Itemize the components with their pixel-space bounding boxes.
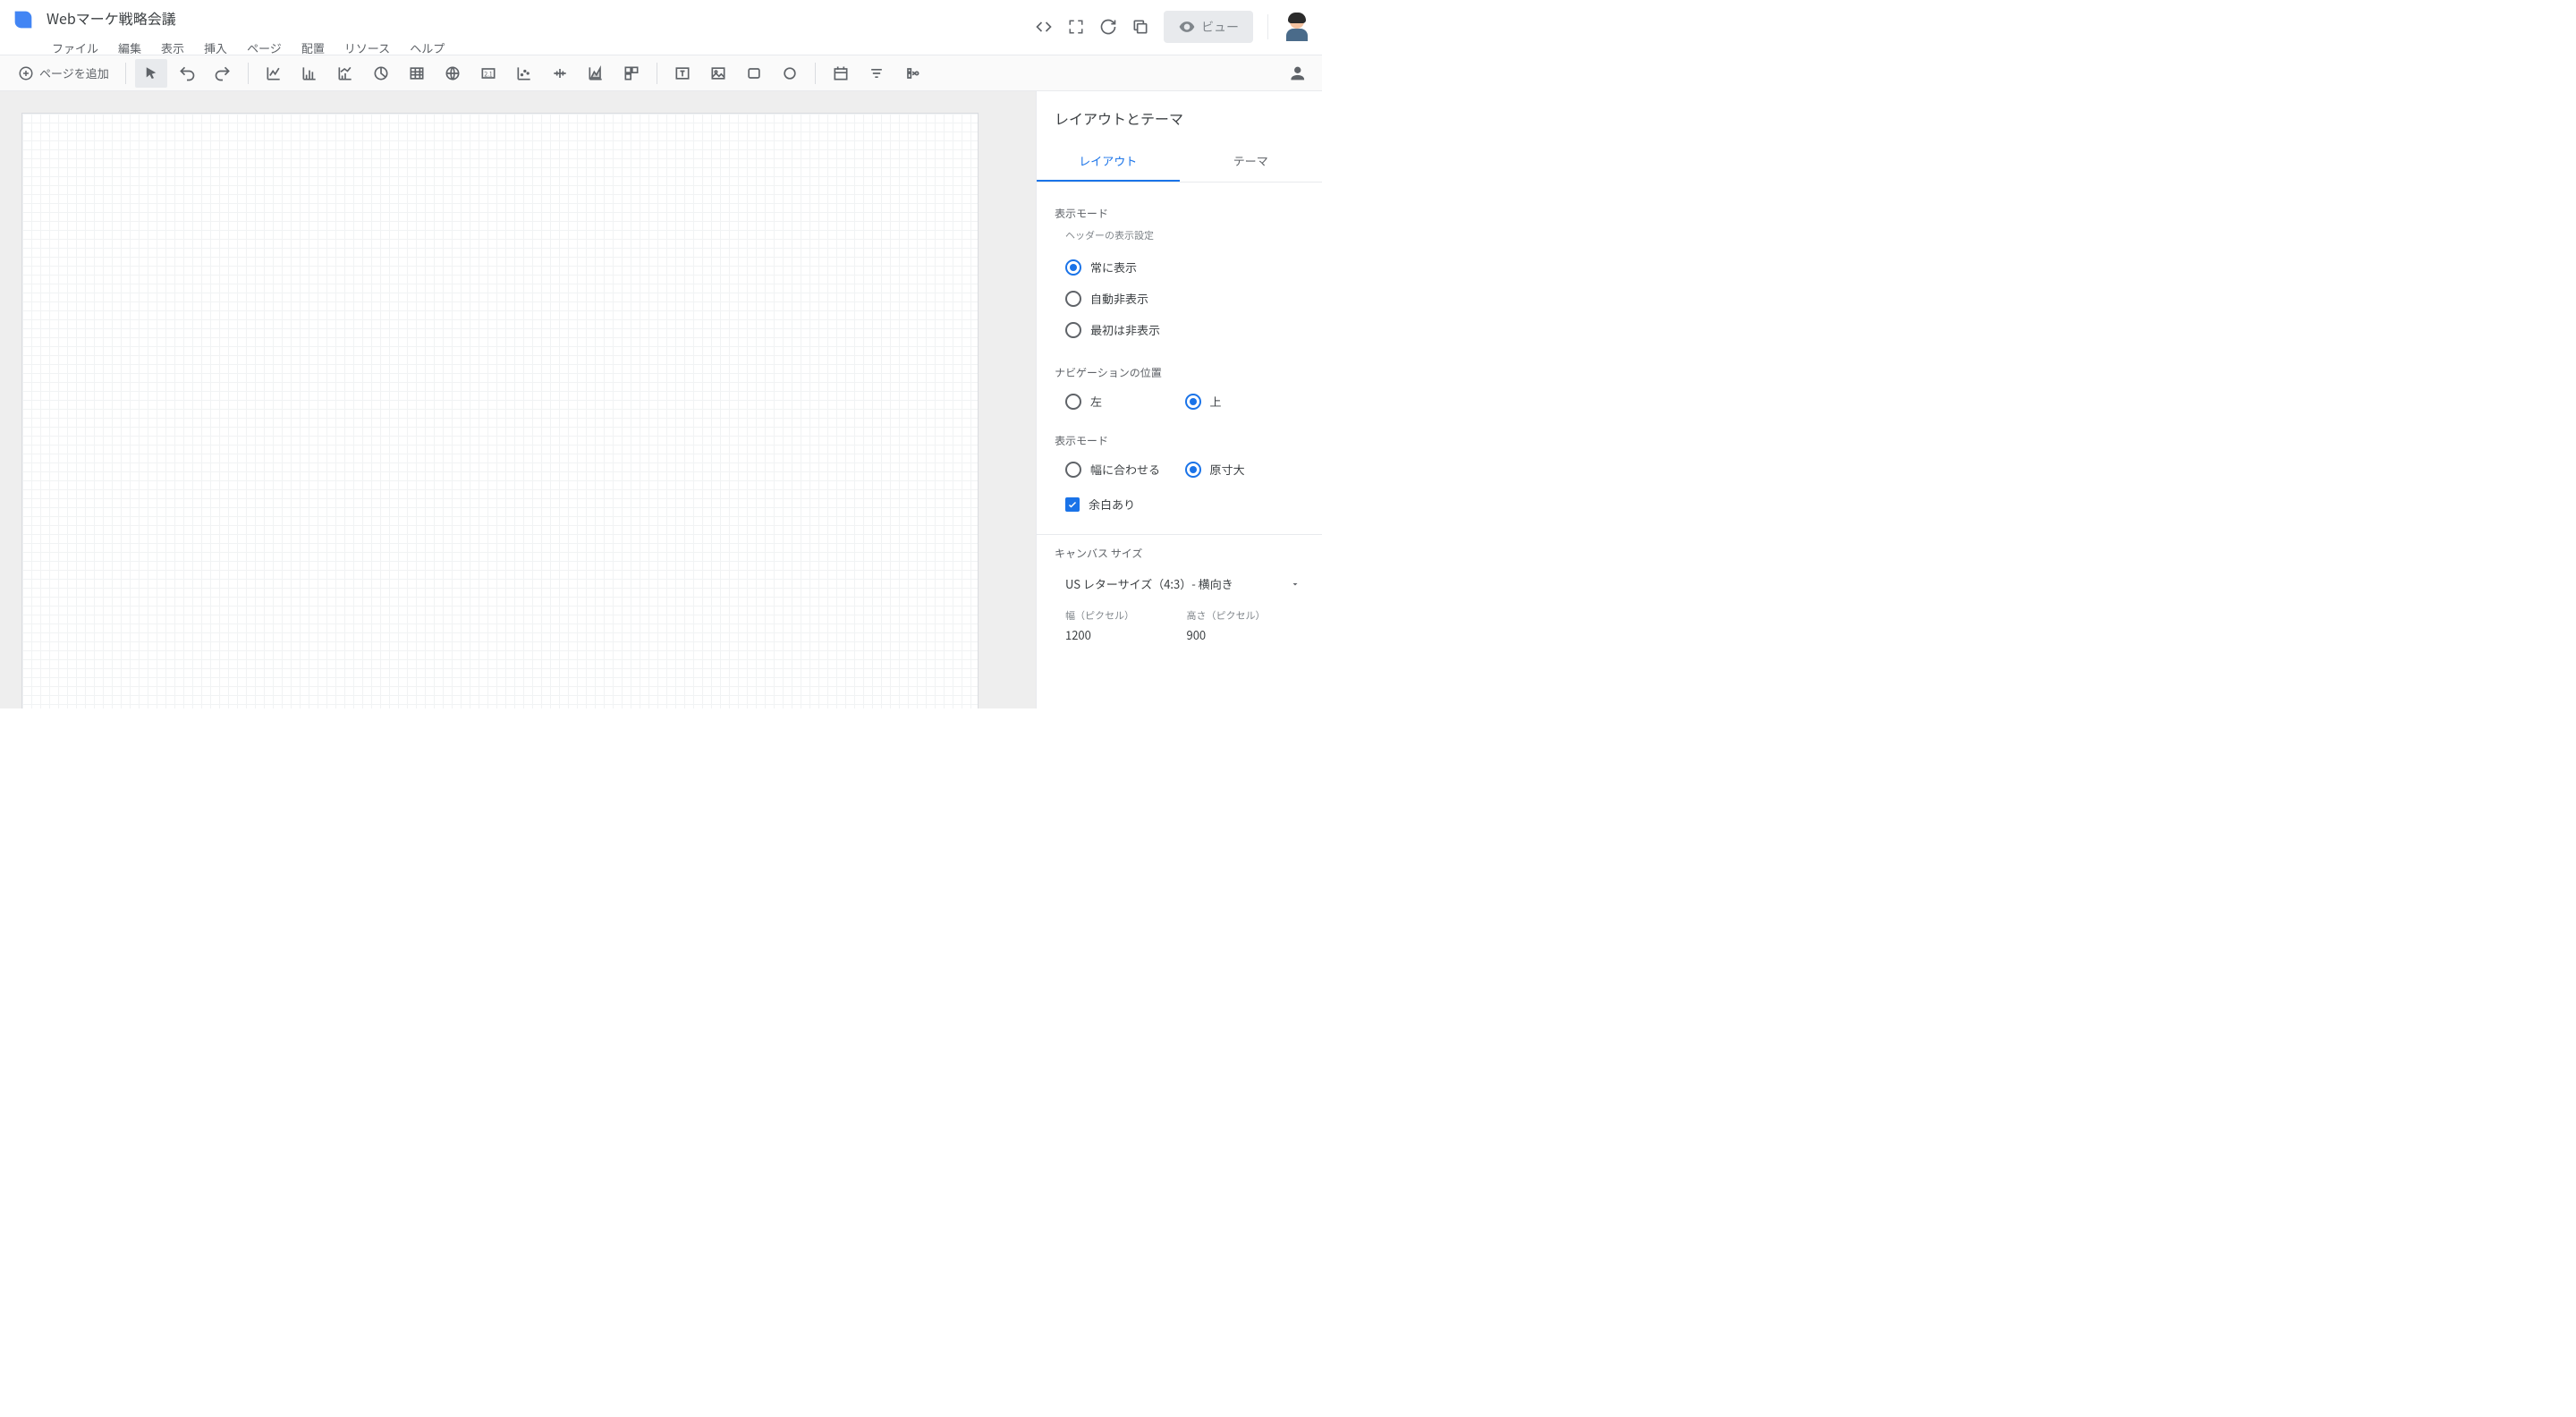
line-chart-icon[interactable] (258, 59, 290, 88)
chevron-down-icon (1290, 579, 1301, 590)
text-box-icon[interactable] (666, 59, 699, 88)
radio-icon (1065, 394, 1081, 410)
header-divider (1267, 14, 1268, 39)
embed-code-icon[interactable] (1035, 18, 1053, 36)
data-control-icon[interactable] (896, 59, 928, 88)
nav-position-label: ナビゲーションの位置 (1055, 365, 1304, 380)
radio-nav-left[interactable]: 左 (1065, 386, 1185, 417)
image-icon[interactable] (702, 59, 734, 88)
date-range-icon[interactable] (825, 59, 857, 88)
display-mode-label: 表示モード (1055, 206, 1304, 221)
add-page-button[interactable]: ページを追加 (11, 64, 116, 81)
panel-title: レイアウトとテーマ (1037, 91, 1322, 141)
radio-icon (1065, 322, 1081, 338)
canvas-area[interactable] (0, 91, 1036, 708)
side-panel: レイアウトとテーマ レイアウト テーマ 表示モード ヘッダーの表示設定 常に表示… (1036, 91, 1322, 708)
menu-help[interactable]: ヘルプ (401, 36, 453, 60)
toolbar-separator (248, 63, 249, 84)
checkbox-label: 余白あり (1089, 496, 1135, 513)
display-mode2-label: 表示モード (1055, 433, 1304, 448)
menu-file[interactable]: ファイル (43, 36, 107, 60)
checkbox-icon (1065, 497, 1080, 512)
width-value[interactable]: 1200 (1065, 626, 1173, 643)
radio-icon (1065, 291, 1081, 307)
app-logo-icon (11, 7, 36, 32)
area-chart-icon[interactable] (580, 59, 612, 88)
panel-divider (1037, 534, 1322, 535)
height-value[interactable]: 900 (1187, 626, 1294, 643)
radio-label: 左 (1090, 393, 1102, 410)
scorecard-icon[interactable]: 2.1 (472, 59, 504, 88)
checkbox-has-margin[interactable]: 余白あり (1055, 485, 1304, 523)
toolbar: ページを追加 2.1 (0, 55, 1322, 91)
view-button[interactable]: ビュー (1164, 11, 1253, 43)
svg-text:2.1: 2.1 (484, 69, 493, 78)
header-display-label: ヘッダーの表示設定 (1065, 228, 1304, 242)
radio-icon (1185, 394, 1201, 410)
pie-chart-icon[interactable] (365, 59, 397, 88)
radio-label: 上 (1210, 393, 1222, 410)
redo-icon[interactable] (207, 59, 239, 88)
combo-chart-icon[interactable] (329, 59, 361, 88)
canvas-size-select[interactable]: US レターサイズ（4:3）- 横向き (1055, 566, 1304, 601)
radio-initially-hidden[interactable]: 最初は非表示 (1065, 314, 1304, 345)
table-chart-icon[interactable] (401, 59, 433, 88)
menubar: ファイル 編集 表示 挿入 ページ 配置 リソース ヘルプ (43, 36, 453, 60)
add-page-label: ページを追加 (39, 64, 109, 81)
panel-tabs: レイアウト テーマ (1037, 141, 1322, 182)
radio-label: 自動非表示 (1090, 290, 1148, 307)
main-area: レイアウトとテーマ レイアウト テーマ 表示モード ヘッダーの表示設定 常に表示… (0, 91, 1322, 708)
select-value: US レターサイズ（4:3）- 横向き (1065, 575, 1233, 592)
menu-view[interactable]: 表示 (152, 36, 193, 60)
bar-chart-icon[interactable] (293, 59, 326, 88)
user-avatar[interactable] (1283, 13, 1311, 41)
add-people-icon[interactable] (1279, 59, 1311, 88)
menu-insert[interactable]: 挿入 (195, 36, 236, 60)
radio-icon (1185, 462, 1201, 478)
toolbar-separator (815, 63, 816, 84)
menu-edit[interactable]: 編集 (109, 36, 150, 60)
geo-chart-icon[interactable] (436, 59, 469, 88)
canvas-size-label: キャンバス サイズ (1055, 546, 1304, 561)
fullscreen-icon[interactable] (1067, 18, 1085, 36)
app-header: Webマーケ戦略会議 ファイル 編集 表示 挿入 ページ 配置 リソース ヘルプ… (0, 0, 1322, 55)
radio-label: 最初は非表示 (1090, 321, 1160, 338)
radio-always-show[interactable]: 常に表示 (1065, 251, 1304, 283)
tab-theme[interactable]: テーマ (1180, 141, 1323, 182)
copy-icon[interactable] (1131, 18, 1149, 36)
view-button-label: ビュー (1201, 18, 1239, 36)
circle-icon[interactable] (774, 59, 806, 88)
rectangle-icon[interactable] (738, 59, 770, 88)
menu-resource[interactable]: リソース (335, 36, 399, 60)
document-title[interactable]: Webマーケ戦略会議 (43, 5, 453, 30)
radio-actual-size[interactable]: 原寸大 (1185, 454, 1305, 485)
refresh-icon[interactable] (1099, 18, 1117, 36)
radio-label: 原寸大 (1210, 461, 1245, 478)
radio-label: 幅に合わせる (1090, 461, 1160, 478)
menu-page[interactable]: ページ (238, 36, 291, 60)
width-label: 幅（ピクセル） (1065, 608, 1173, 623)
pivot-table-icon[interactable] (615, 59, 648, 88)
radio-icon (1065, 462, 1081, 478)
bullet-chart-icon[interactable] (544, 59, 576, 88)
tab-layout[interactable]: レイアウト (1037, 141, 1180, 182)
menu-arrange[interactable]: 配置 (292, 36, 334, 60)
radio-icon (1065, 259, 1081, 276)
select-tool-icon[interactable] (135, 59, 167, 88)
report-canvas[interactable] (21, 113, 979, 708)
scatter-chart-icon[interactable] (508, 59, 540, 88)
height-label: 高さ（ピクセル） (1187, 608, 1294, 623)
undo-icon[interactable] (171, 59, 203, 88)
radio-nav-top[interactable]: 上 (1185, 386, 1305, 417)
radio-fit-width[interactable]: 幅に合わせる (1065, 454, 1185, 485)
toolbar-separator (125, 63, 126, 84)
radio-label: 常に表示 (1090, 259, 1137, 276)
filter-control-icon[interactable] (860, 59, 893, 88)
radio-auto-hide[interactable]: 自動非表示 (1065, 283, 1304, 314)
